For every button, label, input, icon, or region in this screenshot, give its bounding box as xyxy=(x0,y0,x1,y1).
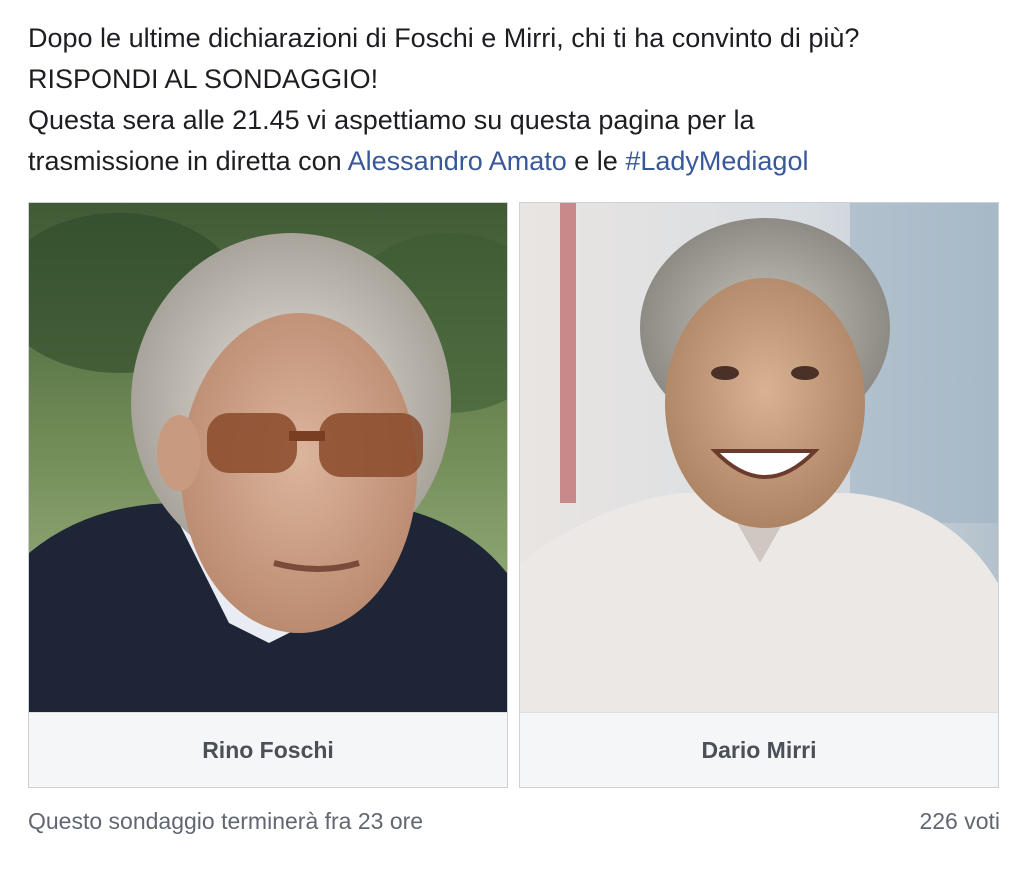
poll-vote-count[interactable]: 226 voti xyxy=(919,808,1000,835)
poll-option-dario-mirri[interactable]: Dario Mirri xyxy=(519,202,999,788)
post-text-line: RISPONDI AL SONDAGGIO! xyxy=(28,64,379,94)
hashtag-link[interactable]: #LadyMediagol xyxy=(625,146,808,176)
post-text-line: Dopo le ultime dichiarazioni di Foschi e… xyxy=(28,23,860,53)
post-text: Dopo le ultime dichiarazioni di Foschi e… xyxy=(28,18,1008,182)
post-text-line: Questa sera alle 21.45 vi aspettiamo su … xyxy=(28,105,755,135)
poll-post: Dopo le ultime dichiarazioni di Foschi e… xyxy=(0,0,1024,886)
poll-footer: Questo sondaggio terminerà fra 23 ore 22… xyxy=(28,808,1000,835)
poll-option-rino-foschi[interactable]: Rino Foschi xyxy=(28,202,508,788)
option-photo[interactable] xyxy=(520,203,998,712)
person-photo-icon xyxy=(29,203,507,712)
option-photo[interactable] xyxy=(29,203,507,712)
option-label[interactable]: Rino Foschi xyxy=(29,712,507,787)
poll-time-remaining: Questo sondaggio terminerà fra 23 ore xyxy=(28,808,424,834)
option-label[interactable]: Dario Mirri xyxy=(520,712,998,787)
post-text-segment: trasmissione in diretta con xyxy=(28,146,348,176)
post-text-segment: e le xyxy=(566,146,626,176)
mention-link[interactable]: Alessandro Amato xyxy=(348,146,567,176)
post-text-line: trasmissione in diretta con Alessandro A… xyxy=(28,141,1008,182)
person-photo-icon xyxy=(520,203,998,712)
